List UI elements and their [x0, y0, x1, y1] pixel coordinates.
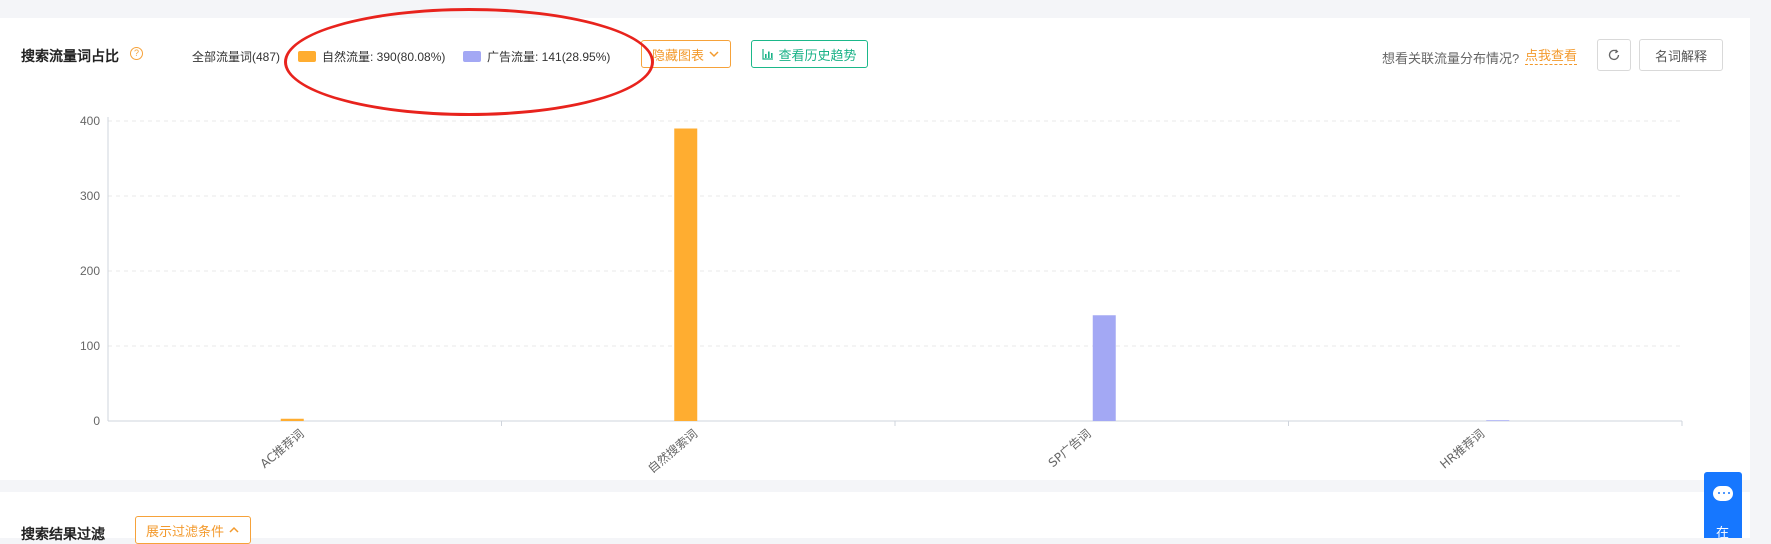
chat-bubble-dots: [1718, 492, 1730, 495]
y-tick-label: 0: [93, 414, 100, 428]
bar: [674, 128, 698, 421]
x-tick-label: HR推荐词: [1437, 427, 1487, 472]
bar: [1486, 420, 1510, 421]
traffic-bar-chart: 0 100 200 300 400 AC推荐词 自然搜索词 SP广告词 HR推荐词: [80, 114, 1683, 476]
x-tick-label: 自然搜索词: [645, 426, 701, 476]
online-chat-widget[interactable]: 在: [1704, 472, 1742, 540]
chat-widget-label: 在: [1716, 525, 1730, 540]
x-tick-label: SP广告词: [1046, 427, 1094, 470]
y-tick-label: 200: [80, 264, 100, 278]
chevron-up-icon: [229, 526, 239, 533]
x-tick-label: AC推荐词: [258, 427, 307, 471]
y-tick-label: 400: [80, 114, 100, 128]
y-tick-label: 100: [80, 339, 100, 353]
y-tick-label: 300: [80, 189, 100, 203]
filter-section-title: 搜索结果过滤: [21, 526, 105, 542]
show-filters-label: 展示过滤条件: [145, 523, 224, 539]
bar: [280, 418, 304, 421]
show-filters-button[interactable]: 展示过滤条件: [135, 516, 251, 544]
bar: [1092, 315, 1116, 421]
